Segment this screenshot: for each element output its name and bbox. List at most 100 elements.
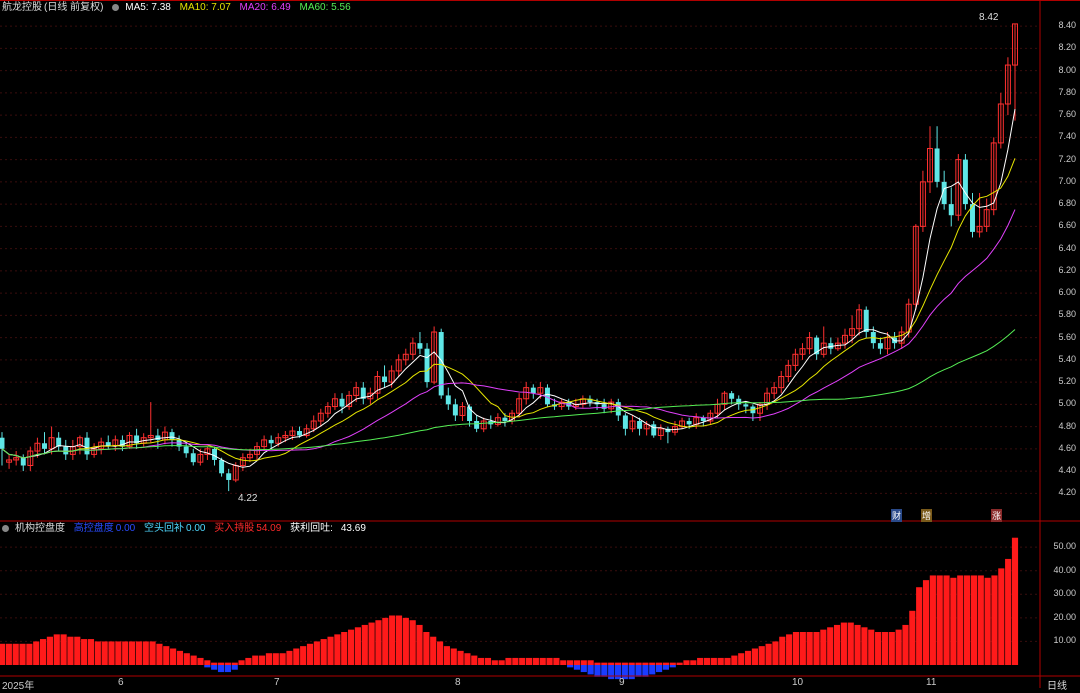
- price-tick-label: 4.80: [1058, 420, 1076, 431]
- control-bar: [33, 641, 40, 665]
- control-bar: [101, 641, 108, 665]
- event-tag-rise[interactable]: 涨: [991, 509, 1003, 522]
- control-bar: [478, 657, 485, 665]
- control-bar: [347, 629, 355, 665]
- candle-body: [417, 343, 423, 349]
- candle-body: [183, 446, 189, 454]
- event-tag-increase[interactable]: 增: [921, 509, 933, 522]
- control-bar: [0, 643, 6, 665]
- control-bar-negative: [642, 665, 649, 677]
- candle-body: [84, 437, 90, 455]
- control-bar: [259, 655, 266, 665]
- control-bar: [354, 627, 361, 665]
- candle-body: [544, 387, 550, 405]
- control-bar: [703, 657, 711, 665]
- control-bar: [792, 632, 800, 665]
- price-tick-label: 7.40: [1058, 131, 1076, 142]
- control-bar: [81, 639, 88, 665]
- control-bar: [519, 657, 526, 665]
- control-bar: [820, 629, 827, 665]
- control-bar: [1005, 558, 1012, 665]
- stock-name[interactable]: 航龙控股: [2, 2, 42, 13]
- chart-canvas[interactable]: [0, 0, 1080, 688]
- candle-body: [474, 421, 480, 429]
- price-tick-label: 6.60: [1058, 220, 1076, 231]
- settings-icon[interactable]: [2, 524, 9, 532]
- control-bar: [163, 646, 170, 665]
- control-bar: [683, 660, 690, 665]
- control-bar: [950, 577, 957, 665]
- period-tab[interactable]: 日线: [1047, 677, 1067, 692]
- control-bar-negative: [649, 665, 656, 675]
- candle-body: [297, 431, 303, 436]
- price-tick-label: 7.80: [1058, 86, 1076, 97]
- control-bar: [1011, 537, 1019, 665]
- control-bar: [279, 653, 286, 665]
- high-price-label: 8.42: [979, 12, 999, 23]
- control-bar: [560, 660, 567, 665]
- main-legend: 航龙控股 (日线 前复权) MA5: 7.38 MA10: 7.07 MA20: …: [2, 2, 357, 14]
- control-bar-negative: [608, 665, 615, 680]
- control-bar: [786, 634, 793, 665]
- candle-body: [219, 459, 225, 474]
- control-bar-negative: [573, 665, 581, 670]
- control-bar: [635, 662, 642, 665]
- ma20-label: MA20: 6.49: [239, 2, 291, 13]
- price-tick-label: 8.40: [1058, 20, 1076, 31]
- price-tick-label: 6.40: [1058, 242, 1076, 253]
- price-tick-label: 5.20: [1058, 376, 1076, 387]
- indicator-tick-label: 30.00: [1053, 588, 1076, 599]
- control-bar: [231, 662, 238, 665]
- control-bar: [211, 662, 218, 665]
- price-tick-label: 6.80: [1058, 198, 1076, 209]
- chart-mode[interactable]: (日线 前复权): [44, 2, 103, 13]
- candle-body: [212, 448, 217, 460]
- control-bar: [922, 580, 930, 665]
- control-bar: [854, 624, 861, 665]
- control-bar: [751, 648, 758, 665]
- control-bar-negative: [204, 665, 211, 668]
- control-bar: [5, 643, 12, 665]
- candle-body: [686, 421, 692, 425]
- control-bar: [505, 657, 512, 665]
- control-bar: [594, 662, 601, 665]
- control-bar: [970, 575, 978, 665]
- control-bar: [389, 615, 396, 665]
- control-bar: [115, 641, 122, 665]
- control-bar: [881, 632, 889, 665]
- profit-take-value: 43.69: [340, 523, 366, 534]
- control-bar: [306, 643, 314, 665]
- control-bar: [628, 662, 635, 665]
- control-bar: [423, 632, 430, 665]
- control-bar: [532, 657, 539, 665]
- control-bar: [128, 641, 136, 665]
- control-bar: [614, 662, 622, 665]
- control-bar: [861, 627, 868, 665]
- event-tag-finance[interactable]: 财: [891, 509, 903, 522]
- candle-body: [743, 404, 749, 407]
- control-bar: [567, 660, 574, 665]
- control-bar: [53, 634, 60, 665]
- candle-body: [877, 343, 883, 349]
- control-bar-negative: [669, 665, 676, 668]
- settings-icon[interactable]: [112, 3, 120, 11]
- control-bar: [710, 657, 717, 665]
- control-bar: [135, 641, 142, 665]
- control-bar: [190, 655, 197, 665]
- control-bar: [601, 662, 608, 665]
- control-bar: [430, 636, 437, 665]
- control-bar: [176, 650, 184, 665]
- control-bar-negative: [662, 665, 670, 670]
- control-bar: [39, 639, 47, 665]
- control-bar: [74, 636, 81, 665]
- price-tick-label: 7.20: [1058, 153, 1076, 164]
- control-bar: [888, 632, 895, 665]
- control-bar: [984, 577, 991, 665]
- control-bar: [416, 624, 423, 665]
- control-bar: [238, 660, 245, 665]
- profit-take-label: 获利回吐: [290, 523, 331, 534]
- indicator-name[interactable]: 机构控盘度: [15, 523, 65, 534]
- candle-body: [962, 159, 968, 205]
- control-bar: [717, 657, 724, 665]
- control-bar: [813, 632, 820, 665]
